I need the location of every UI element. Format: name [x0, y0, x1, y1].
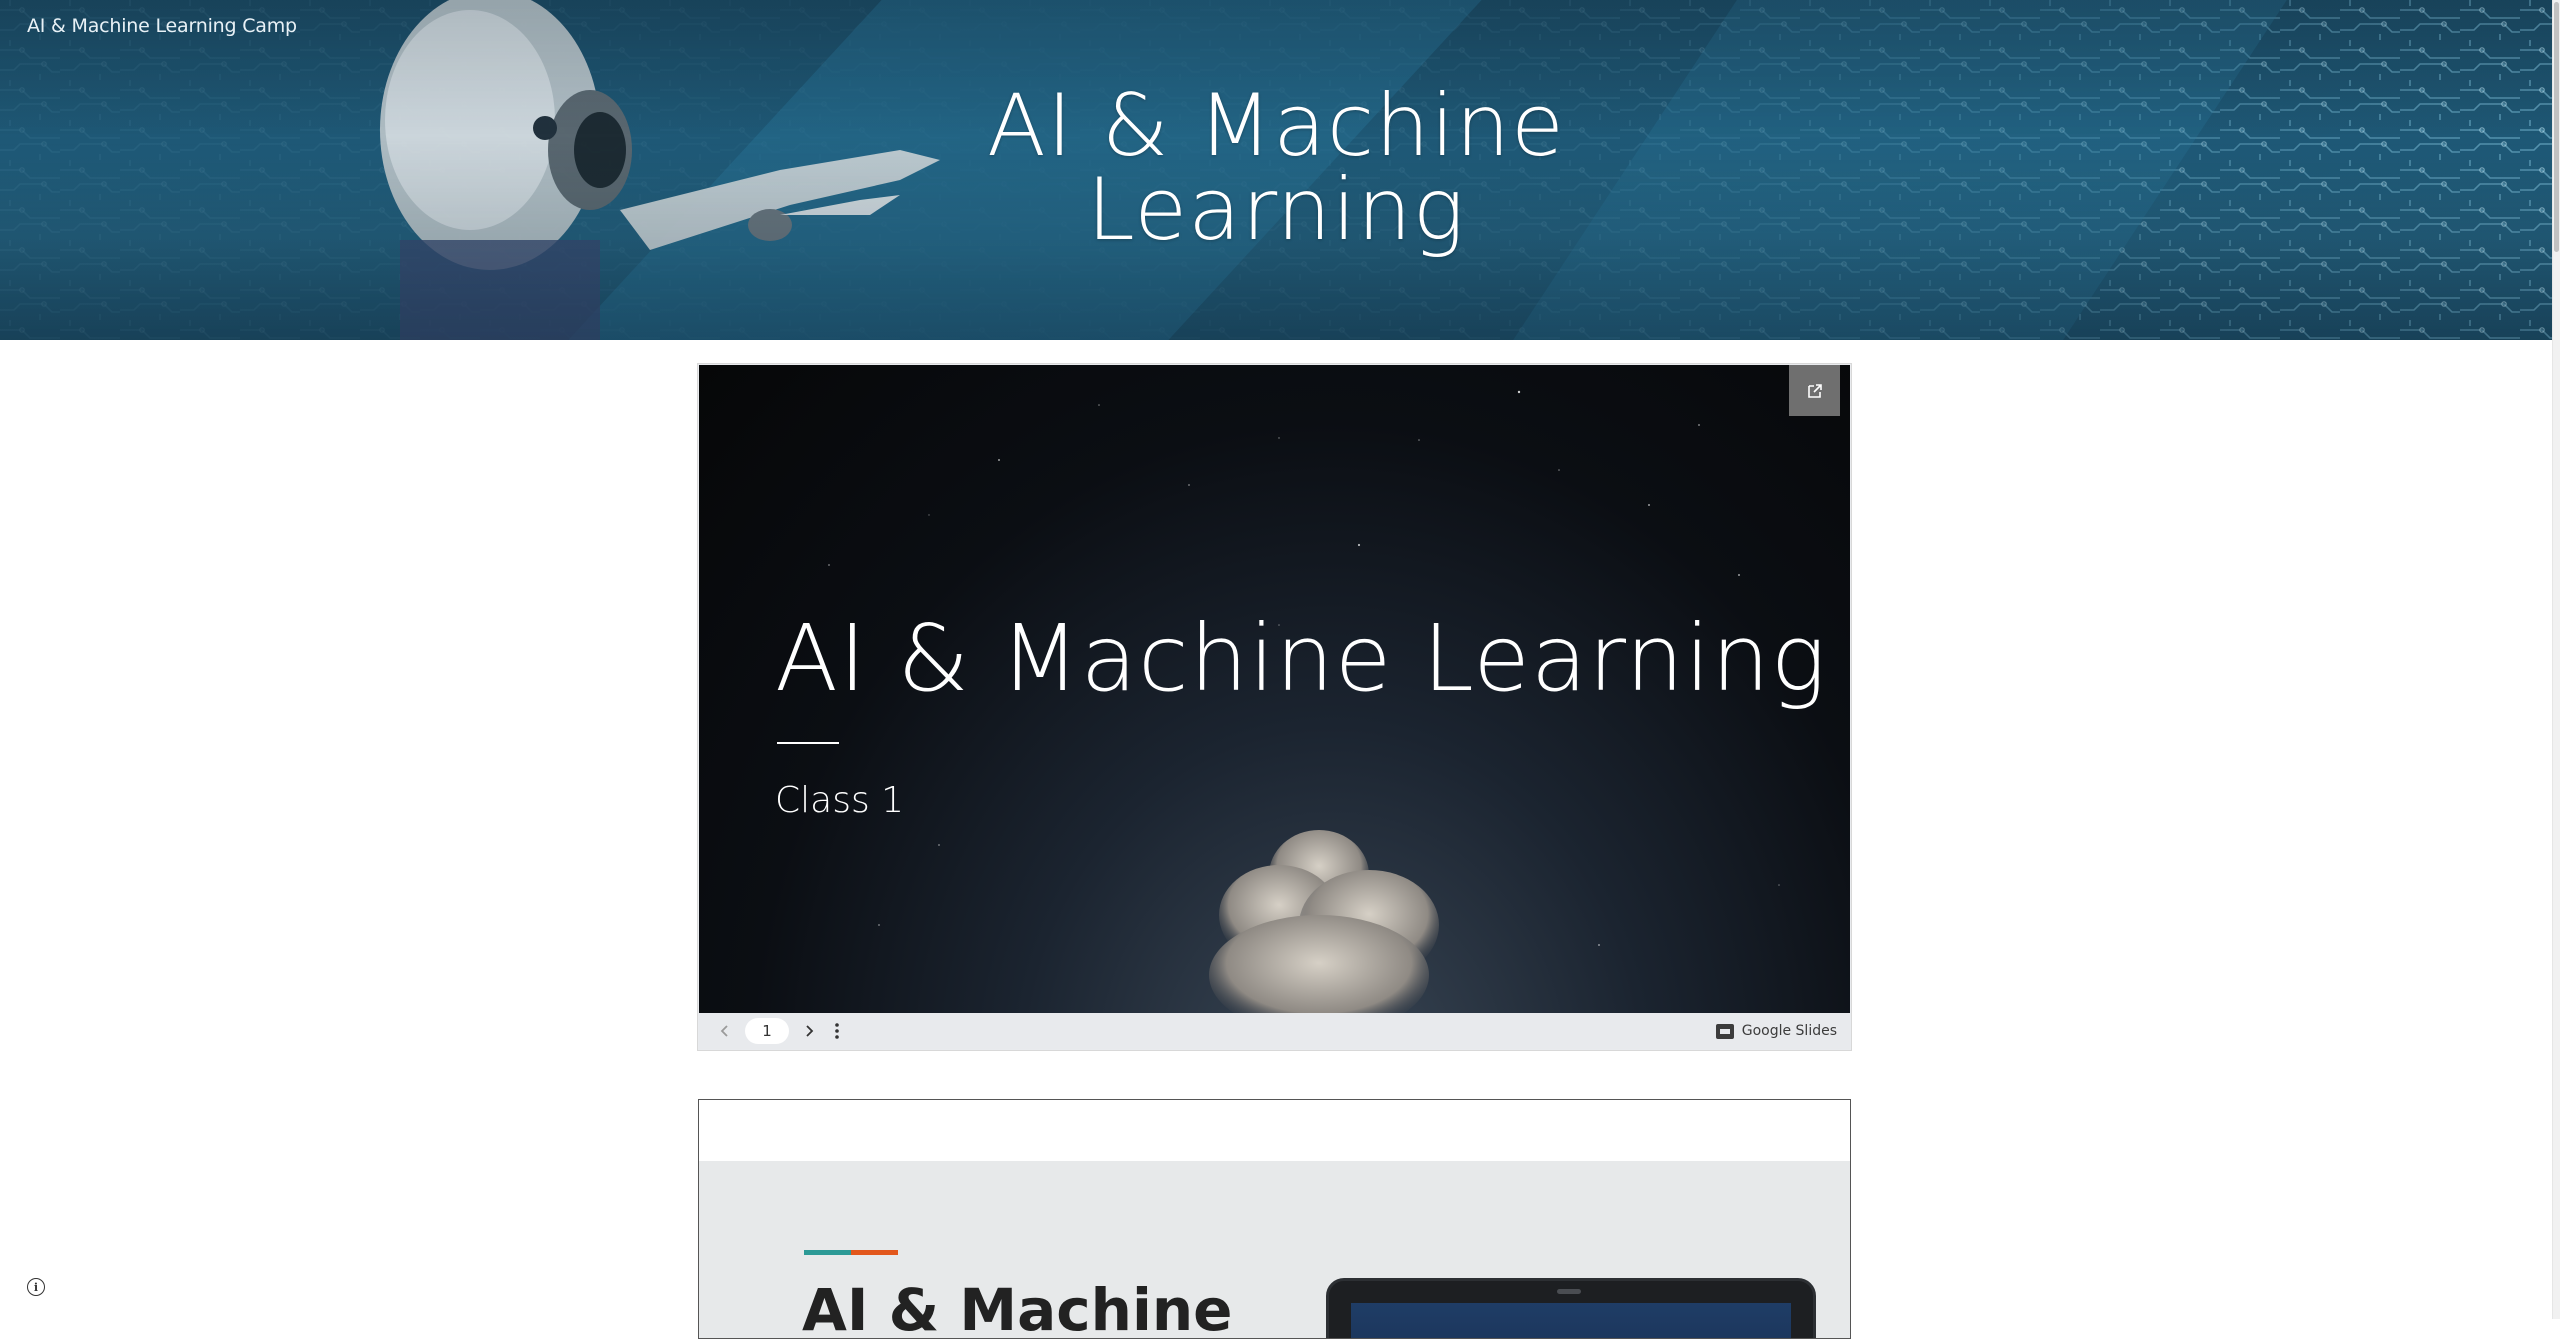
slide-canvas[interactable]: AI & Machine Learning Class 1: [699, 365, 1850, 1013]
cloud-illustration: [1209, 830, 1439, 1013]
slides-controls: 1 Google Slides: [699, 1013, 1850, 1049]
previous-slide-button[interactable]: [711, 1017, 739, 1045]
more-vert-icon: [835, 1023, 839, 1039]
page-title-line-2: Learning: [1086, 160, 1466, 260]
scrollbar-thumb[interactable]: [2554, 2, 2559, 252]
page-scrollbar[interactable]: [2552, 0, 2560, 1319]
slide-page-number[interactable]: 1: [745, 1018, 789, 1044]
google-slides-label: Google Slides: [1741, 1023, 1837, 1039]
site-name[interactable]: AI & Machine Learning Camp: [27, 15, 297, 37]
open-in-new-icon: [1807, 383, 1822, 398]
page-title: AI & Machine Learning: [0, 76, 2552, 260]
chevron-right-icon: [806, 1025, 814, 1037]
page-title-line-1: AI & Machine: [987, 76, 1565, 176]
slide-title: AI & Machine Learning: [775, 605, 1827, 712]
chevron-left-icon: [720, 1025, 728, 1037]
slides-embed[interactable]: AI & Machine Learning Class 1 1 Google S…: [698, 364, 1851, 1050]
header-banner: AI & Machine Learning Camp AI & Machine …: [0, 0, 2552, 340]
second-embed-title: AI & Machine: [802, 1276, 1233, 1339]
google-slides-icon: [1715, 1023, 1734, 1039]
more-options-button[interactable]: [823, 1017, 851, 1045]
info-icon[interactable]: i: [27, 1278, 45, 1296]
next-slide-button[interactable]: [795, 1017, 823, 1045]
tablet-illustration: [1326, 1278, 1816, 1338]
accent-bar: [804, 1250, 898, 1255]
google-slides-link[interactable]: Google Slides: [1715, 1023, 1837, 1039]
slide-subtitle: Class 1: [775, 780, 905, 821]
open-in-new-button[interactable]: [1789, 365, 1840, 416]
slide-divider: [777, 742, 839, 744]
second-embed[interactable]: AI & Machine: [698, 1099, 1851, 1339]
